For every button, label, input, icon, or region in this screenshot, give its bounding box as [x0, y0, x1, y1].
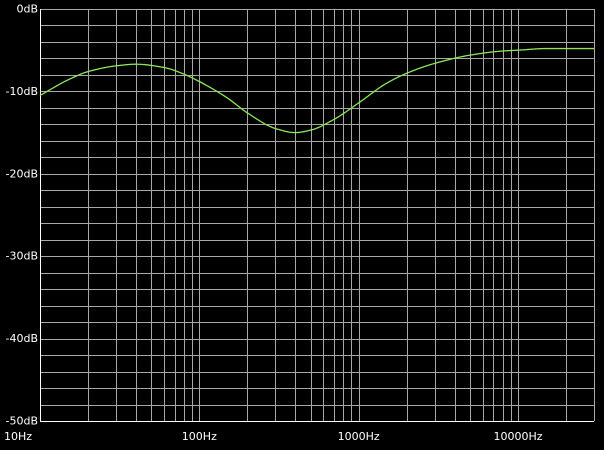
- x-tick-label: 1000Hz: [338, 430, 380, 443]
- y-tick-label: -40dB: [6, 332, 39, 345]
- frequency-response-chart: 0dB -10dB -20dB -30dB -40dB -50dB 10Hz 100Hz 100…: [0, 0, 604, 450]
- x-tick-label: 100Hz: [182, 430, 217, 443]
- y-tick-label: 0dB: [16, 3, 38, 16]
- y-tick-label: -10dB: [6, 85, 39, 98]
- x-tick-label: 10Hz: [4, 430, 32, 443]
- y-tick-label: -20dB: [6, 167, 39, 180]
- chart-background: [0, 0, 604, 450]
- x-tick-label: 10000Hz: [493, 430, 542, 443]
- y-tick-label: -30dB: [6, 250, 39, 263]
- y-tick-label: -50dB: [6, 415, 39, 428]
